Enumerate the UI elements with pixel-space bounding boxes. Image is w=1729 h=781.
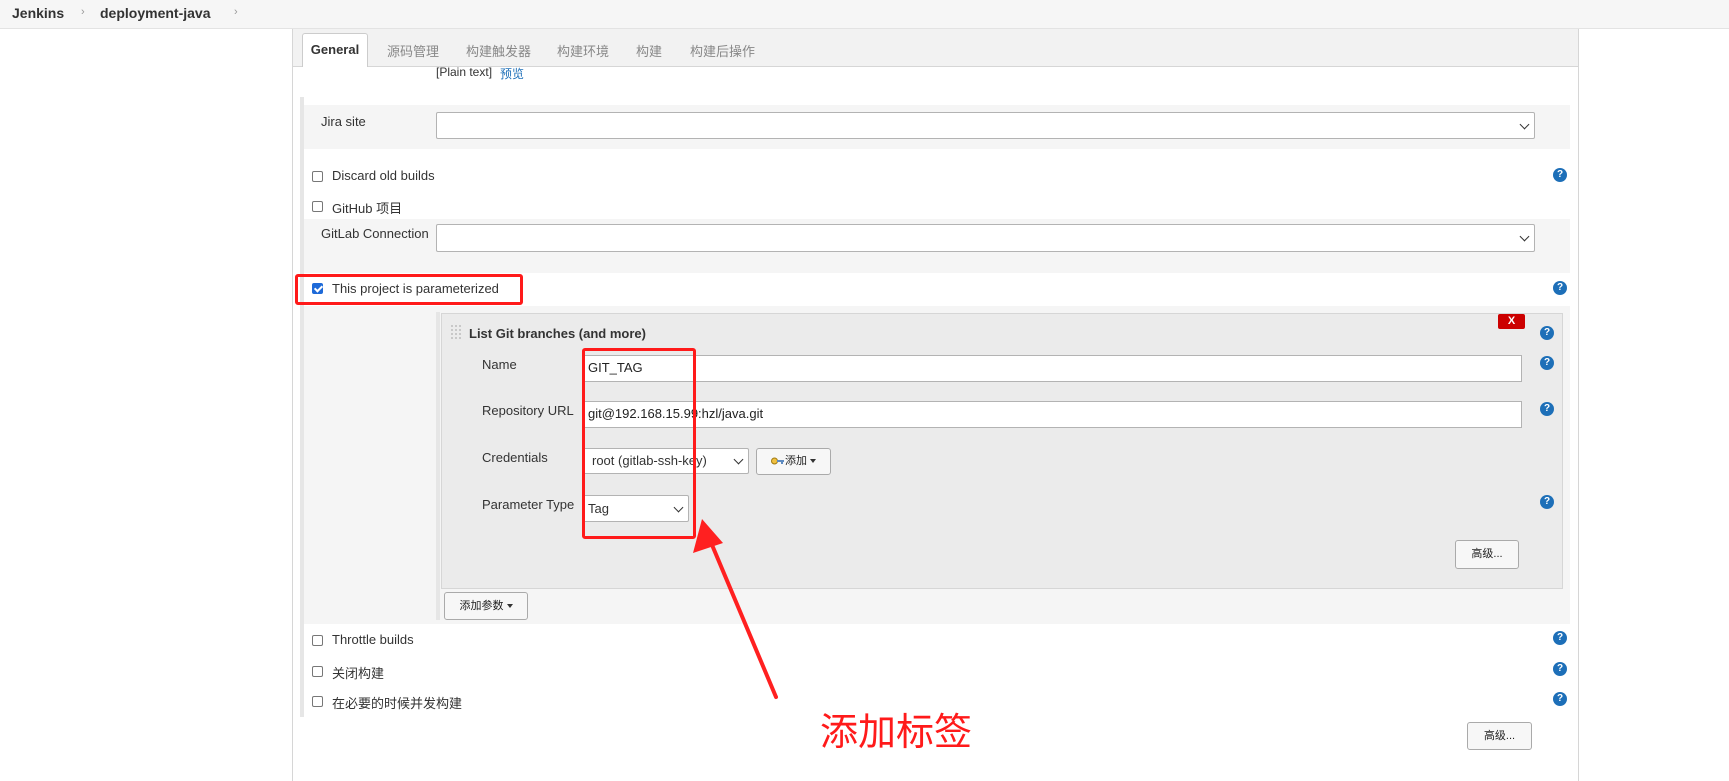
chevron-down-icon — [506, 604, 513, 609]
repository-url-label: Repository URL — [482, 403, 574, 418]
annotation-arrow-icon — [693, 519, 778, 699]
github-project-checkbox[interactable] — [312, 201, 323, 212]
annotation-label: 添加标签 — [820, 712, 973, 754]
git-parameter-title: List Git branches (and more) — [469, 326, 646, 341]
breadcrumb-job[interactable]: deployment-java — [100, 5, 210, 21]
credentials-label: Credentials — [482, 450, 548, 465]
concurrent-build-checkbox[interactable] — [312, 696, 323, 707]
add-credentials-label: 添加 — [785, 455, 807, 467]
help-icon[interactable]: ? — [1553, 662, 1567, 676]
delete-parameter-button[interactable]: X — [1498, 314, 1525, 329]
chevron-down-icon — [810, 459, 816, 464]
key-icon — [771, 457, 784, 465]
breadcrumb-jenkins[interactable]: Jenkins — [12, 5, 64, 21]
tab-build-triggers[interactable]: 构建触发器 — [466, 41, 531, 60]
parameter-type-label: Parameter Type — [482, 497, 575, 512]
highlight-parameter-fields — [582, 348, 696, 539]
breadcrumb-separator-icon: › — [81, 6, 85, 18]
disable-build-checkbox[interactable] — [312, 666, 323, 677]
advanced-button[interactable]: 高级... — [1467, 722, 1532, 750]
discard-old-builds-label: Discard old builds — [332, 168, 435, 183]
github-project-label: GitHub 项目 — [332, 201, 403, 216]
help-icon[interactable]: ? — [1553, 692, 1567, 706]
tab-source-code[interactable]: 源码管理 — [387, 41, 439, 60]
chevron-down-icon — [733, 454, 744, 465]
param-name-input[interactable]: GIT_TAG — [583, 355, 1522, 382]
tab-general[interactable]: General — [302, 33, 368, 67]
help-icon[interactable]: ? — [1540, 495, 1554, 509]
throttle-builds-checkbox[interactable] — [312, 635, 323, 646]
discard-old-builds-checkbox[interactable] — [312, 171, 323, 182]
help-icon[interactable]: ? — [1553, 631, 1567, 645]
help-icon[interactable]: ? — [1540, 326, 1554, 340]
gitlab-connection-select[interactable] — [436, 224, 1535, 252]
description-format: [Plain text] — [436, 65, 493, 79]
add-credentials-button[interactable]: 添加 — [756, 448, 831, 475]
disable-build-label: 关闭构建 — [332, 666, 385, 681]
help-icon[interactable]: ? — [1540, 356, 1554, 370]
tab-build[interactable]: 构建 — [636, 41, 662, 60]
description-preview-link[interactable]: 预览 — [500, 65, 524, 82]
highlight-parameterized — [295, 274, 523, 305]
throttle-builds-label: Throttle builds — [332, 632, 414, 647]
chevron-down-icon — [1519, 119, 1530, 129]
tab-build-environment[interactable]: 构建环境 — [557, 41, 609, 60]
jira-site-select[interactable] — [436, 112, 1535, 139]
help-icon[interactable]: ? — [1553, 281, 1567, 295]
add-parameter-label: 添加参数 — [459, 600, 504, 612]
param-name-label: Name — [482, 357, 517, 372]
repository-url-input[interactable]: git@192.168.15.99:hzl/java.git — [583, 401, 1522, 428]
jira-site-label: Jira site — [321, 114, 366, 129]
tab-post-build[interactable]: 构建后操作 — [690, 41, 755, 60]
help-icon[interactable]: ? — [1540, 402, 1554, 416]
concurrent-build-label: 在必要的时候并发构建 — [332, 696, 463, 711]
gitlab-connection-label: GitLab Connection — [321, 226, 429, 241]
breadcrumb: Jenkins › deployment-java › — [0, 0, 1729, 29]
parameter-advanced-button[interactable]: 高级... — [1455, 540, 1519, 569]
add-parameter-button[interactable]: 添加参数 — [444, 592, 528, 620]
parameters-left-bar — [436, 312, 440, 620]
breadcrumb-separator-icon: › — [234, 6, 238, 18]
drag-handle-icon[interactable] — [451, 325, 461, 341]
chevron-down-icon — [1519, 231, 1530, 242]
help-icon[interactable]: ? — [1553, 168, 1567, 182]
